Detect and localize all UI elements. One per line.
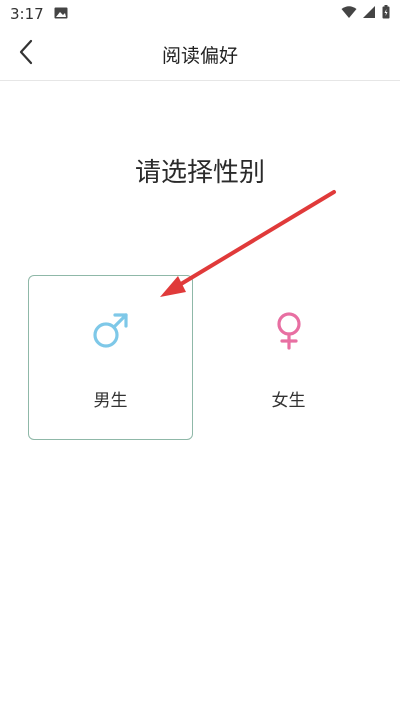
status-time: 3:17 (10, 5, 44, 23)
female-symbol-icon (269, 310, 309, 350)
male-option-card[interactable]: 男生 (28, 275, 193, 440)
female-option-card[interactable]: 女生 (206, 275, 371, 440)
male-symbol-icon (91, 310, 131, 350)
status-bar: 3:17 (0, 0, 400, 28)
app-bar: 阅读偏好 (0, 28, 400, 81)
wifi-icon (341, 5, 357, 23)
battery-icon (382, 5, 390, 23)
male-option-label: 男生 (93, 391, 128, 411)
back-arrow-icon (18, 39, 34, 69)
image-icon (54, 5, 68, 23)
back-button[interactable] (8, 36, 44, 72)
signal-icon (363, 5, 376, 23)
female-option-label: 女生 (271, 391, 306, 411)
gender-prompt: 请选择性别 (134, 158, 265, 188)
page-title: 阅读偏好 (161, 45, 238, 67)
